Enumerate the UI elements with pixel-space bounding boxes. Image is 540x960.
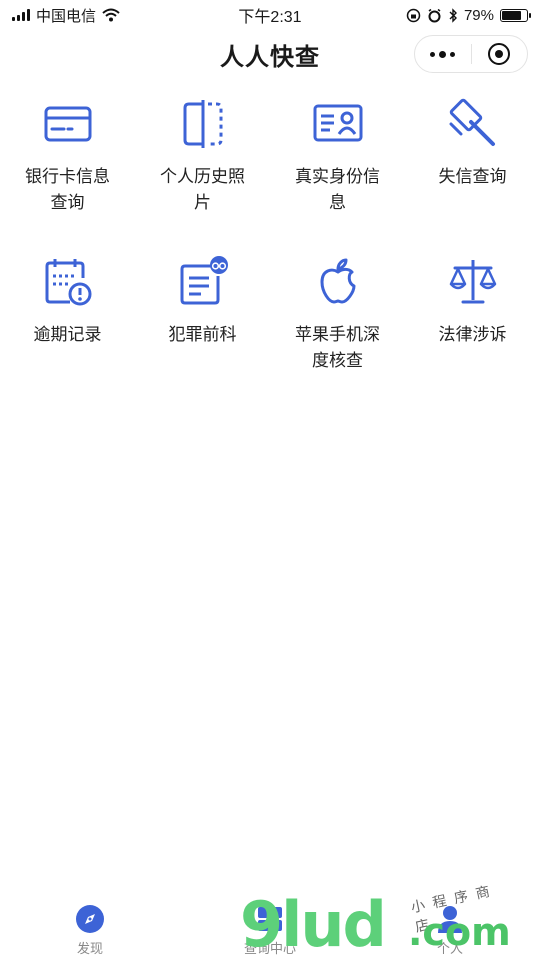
id-card-icon — [313, 104, 362, 142]
clock: 下午2:31 — [238, 9, 302, 26]
grid-item-bank-card[interactable]: 银行卡信息查询 — [0, 88, 135, 238]
rotation-lock-icon — [406, 8, 421, 22]
grid-item-apple-check[interactable]: 苹果手机深度核查 — [270, 246, 405, 396]
grid-item-criminal[interactable]: 犯罪前科 — [135, 246, 270, 396]
battery-percent: 79% — [463, 6, 494, 24]
criminal-record-icon — [180, 256, 228, 305]
bluetooth-icon — [449, 7, 457, 23]
grid-item-overdue[interactable]: 逾期记录 — [0, 246, 135, 396]
battery-icon — [500, 8, 531, 22]
nav-bar: 人人快查 — [0, 30, 540, 78]
apple-icon — [320, 258, 355, 304]
query-center-icon — [258, 907, 282, 931]
grid-item-label: 真实身份信息 — [295, 167, 380, 212]
grid-item-history-photo[interactable]: 个人历史照片 — [135, 88, 270, 238]
photo-frame-icon — [183, 100, 222, 148]
grid-item-label: 犯罪前科 — [168, 325, 237, 344]
grid-item-identity[interactable]: 真实身份信息 — [270, 88, 405, 238]
wifi-icon — [102, 8, 120, 22]
bank-card-icon — [44, 106, 91, 142]
grid-item-discredit[interactable]: 失信查询 — [405, 88, 540, 238]
carrier-label: 中国电信 — [36, 7, 97, 25]
overdue-calendar-icon — [45, 259, 91, 306]
mini-program-capsule — [414, 35, 528, 73]
close-mini-program-button[interactable] — [472, 36, 528, 72]
compass-icon — [76, 905, 104, 933]
grid-item-label: 银行卡信息查询 — [25, 167, 110, 212]
tab-discover[interactable]: 发现 — [0, 896, 180, 960]
tab-label: 个人 — [436, 941, 463, 956]
more-button[interactable] — [415, 36, 471, 72]
grid-item-label: 失信查询 — [438, 167, 507, 186]
status-left: 中国电信 — [12, 5, 120, 26]
grid-item-label: 逾期记录 — [33, 325, 102, 344]
grid-item-label: 法律涉诉 — [438, 325, 507, 344]
more-dots-icon — [430, 50, 456, 58]
scales-icon — [449, 260, 496, 304]
person-icon — [438, 906, 462, 933]
page-title: 人人快查 — [220, 43, 320, 71]
signal-icon — [12, 9, 30, 21]
status-bar: 中国电信 下午2:31 79% — [0, 0, 540, 30]
tab-personal[interactable]: 个人 — [360, 896, 540, 960]
service-grid: 银行卡信息查询 个人历史照片 真实身份信息 失信查询 逾期记录 犯罪前科 苹果手… — [0, 88, 540, 396]
status-right: 79% — [406, 6, 531, 24]
tab-label: 发现 — [76, 941, 103, 956]
grid-item-label: 苹果手机深度核查 — [295, 325, 380, 370]
alarm-icon — [428, 8, 441, 22]
grid-item-label: 个人历史照片 — [160, 167, 245, 212]
tab-bar: 发现 查询中心 个人 — [0, 896, 540, 960]
grid-item-litigation[interactable]: 法律涉诉 — [405, 246, 540, 396]
tab-label: 查询中心 — [243, 941, 296, 956]
close-target-icon — [488, 43, 511, 65]
gavel-icon — [449, 98, 495, 146]
tab-query-center[interactable]: 查询中心 — [180, 896, 360, 960]
battery-fill — [502, 10, 521, 20]
